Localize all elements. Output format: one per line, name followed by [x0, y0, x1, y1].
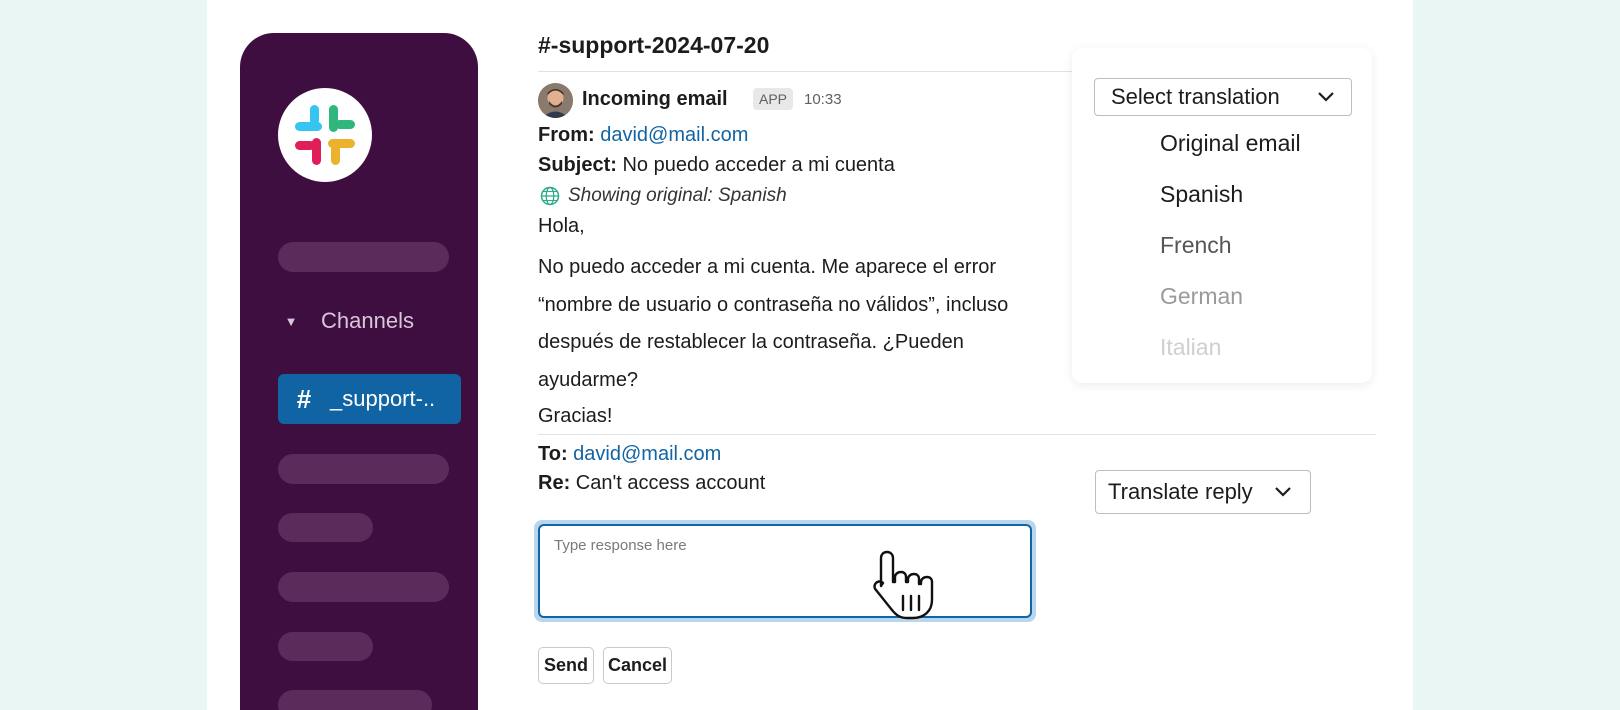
divider — [538, 434, 1376, 435]
person-avatar-icon — [538, 83, 573, 118]
translation-option[interactable]: Spanish — [1160, 181, 1243, 208]
from-label: From: — [538, 124, 595, 146]
re-subject: Can't access account — [575, 472, 766, 494]
sender-name[interactable]: Incoming email — [582, 88, 728, 111]
greeting-text: Hola, — [538, 215, 585, 237]
showing-original-text: Showing original: Spanish — [568, 185, 787, 206]
from-line: From: david@mail.com — [538, 124, 748, 147]
reply-input[interactable] — [538, 524, 1032, 618]
avatar[interactable] — [538, 83, 573, 118]
re-label: Re: — [538, 472, 571, 494]
divider — [538, 71, 1078, 72]
message-timestamp[interactable]: 10:33 — [804, 91, 842, 108]
globe-icon — [540, 186, 560, 206]
hand-pointer-cursor-icon — [870, 548, 944, 627]
slack-logo-icon — [295, 105, 355, 165]
translate-reply-dropdown[interactable]: Translate reply — [1095, 470, 1311, 514]
re-line: Re: Can't access account — [538, 472, 765, 495]
chevron-down-icon — [1318, 92, 1334, 102]
sidebar-placeholder — [278, 513, 373, 542]
translate-reply-label: Translate reply — [1108, 479, 1253, 504]
translation-option[interactable]: German — [1160, 283, 1243, 310]
to-email-link[interactable]: david@mail.com — [573, 443, 721, 465]
to-label: To: — [538, 443, 568, 465]
select-translation-label: Select translation — [1111, 84, 1280, 109]
slack-logo — [278, 88, 372, 182]
subject-text: No puedo acceder a mi cuenta — [622, 154, 895, 176]
cancel-button[interactable]: Cancel — [603, 647, 672, 684]
sidebar-item-support-channel[interactable]: # _support-.. — [278, 374, 461, 424]
sidebar-placeholder — [278, 690, 432, 710]
send-button[interactable]: Send — [538, 647, 594, 684]
caret-down-icon: ▼ — [284, 313, 298, 329]
translation-option[interactable]: Italian — [1160, 334, 1221, 361]
to-line: To: david@mail.com — [538, 443, 721, 466]
hash-icon: # — [296, 383, 312, 414]
sidebar-placeholder — [278, 572, 449, 602]
translation-option[interactable]: French — [1160, 232, 1232, 259]
reply-input-focus-ring — [534, 520, 1036, 622]
translation-option[interactable]: Original email — [1160, 130, 1301, 157]
subject-line: Subject: No puedo acceder a mi cuenta — [538, 154, 895, 177]
subject-label: Subject: — [538, 154, 617, 176]
sidebar-placeholder — [278, 242, 449, 272]
sidebar-item-label: _support-.. — [330, 386, 436, 411]
sidebar-placeholder — [278, 454, 449, 484]
closing-text: Gracias! — [538, 405, 613, 427]
chevron-down-icon — [1275, 487, 1291, 497]
app-badge: APP — [753, 88, 794, 110]
select-translation-dropdown[interactable]: Select translation — [1094, 78, 1352, 116]
channels-label: Channels — [321, 308, 414, 333]
channel-title: #-support-2024-07-20 — [538, 32, 770, 58]
showing-original-notice: Showing original: Spanish — [540, 185, 787, 207]
sidebar-placeholder — [278, 632, 373, 661]
from-email-link[interactable]: david@mail.com — [600, 124, 748, 146]
message-body: No puedo acceder a mi cuenta. Me aparece… — [538, 256, 1009, 391]
channels-section-toggle[interactable]: ▼ Channels — [283, 308, 414, 334]
